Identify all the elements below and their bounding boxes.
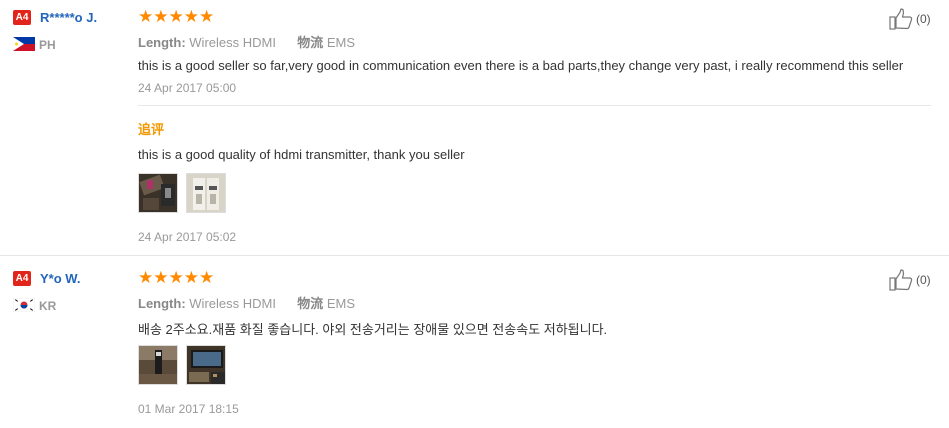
length-label: Length: [138,296,186,311]
length-value: Wireless HDMI [189,296,276,311]
star-rating: ★★★★★ [138,268,215,287]
buyer-level-badge: A4 [13,10,31,25]
helpful-button[interactable]: (0) [889,8,949,30]
review-date: 01 Mar 2017 18:15 [138,402,239,416]
buyer-name: R*****o J. [40,10,98,25]
product-attributes: Length: Wireless HDMI 物流 EMS [138,293,355,312]
buyer-country: KR [39,299,57,313]
review-photo[interactable] [186,345,226,385]
helpful-count: (0) [916,12,931,26]
thumbs-up-icon [889,8,913,30]
helpful-button[interactable]: (0) [889,269,949,291]
review-date: 24 Apr 2017 05:00 [138,81,237,95]
followup-label: 追评 [138,122,165,137]
buyer-name: Y*o W. [40,271,81,286]
buyer-country: PH [39,38,56,52]
review-text: 배송 2주소요.재품 화질 좋습니다. 야외 전송거리는 장애물 있으면 전송속… [138,322,608,337]
philippines-flag-icon [13,37,35,51]
review-item: A4 Y*o W. KR ★★★★★ Length: Wireless HDMI… [0,256,949,428]
length-value: Wireless HDMI [189,35,276,50]
shipping-label: 物流 [297,296,324,311]
followup-text: this is a good quality of hdmi transmitt… [138,147,465,162]
shipping-value: EMS [326,35,356,50]
review-photo[interactable] [138,345,178,385]
review-text: this is a good seller so far,very good i… [138,58,904,73]
shipping-value: EMS [326,296,356,311]
thumbs-up-icon [889,269,913,291]
product-attributes: Length: Wireless HDMI 物流 EMS [138,32,355,51]
south-korea-flag-icon [13,298,35,312]
length-label: Length: [138,35,186,50]
review-item: A4 R*****o J. PH ★★★★★ Length: Wireless … [0,0,949,256]
review-photo[interactable] [138,173,178,213]
star-rating: ★★★★★ [138,7,215,26]
review-photo[interactable] [186,173,226,213]
helpful-count: (0) [916,273,931,287]
shipping-label: 物流 [297,35,324,50]
followup-date: 24 Apr 2017 05:02 [138,230,237,244]
followup-divider [138,105,931,106]
buyer-level-badge: A4 [13,271,31,286]
